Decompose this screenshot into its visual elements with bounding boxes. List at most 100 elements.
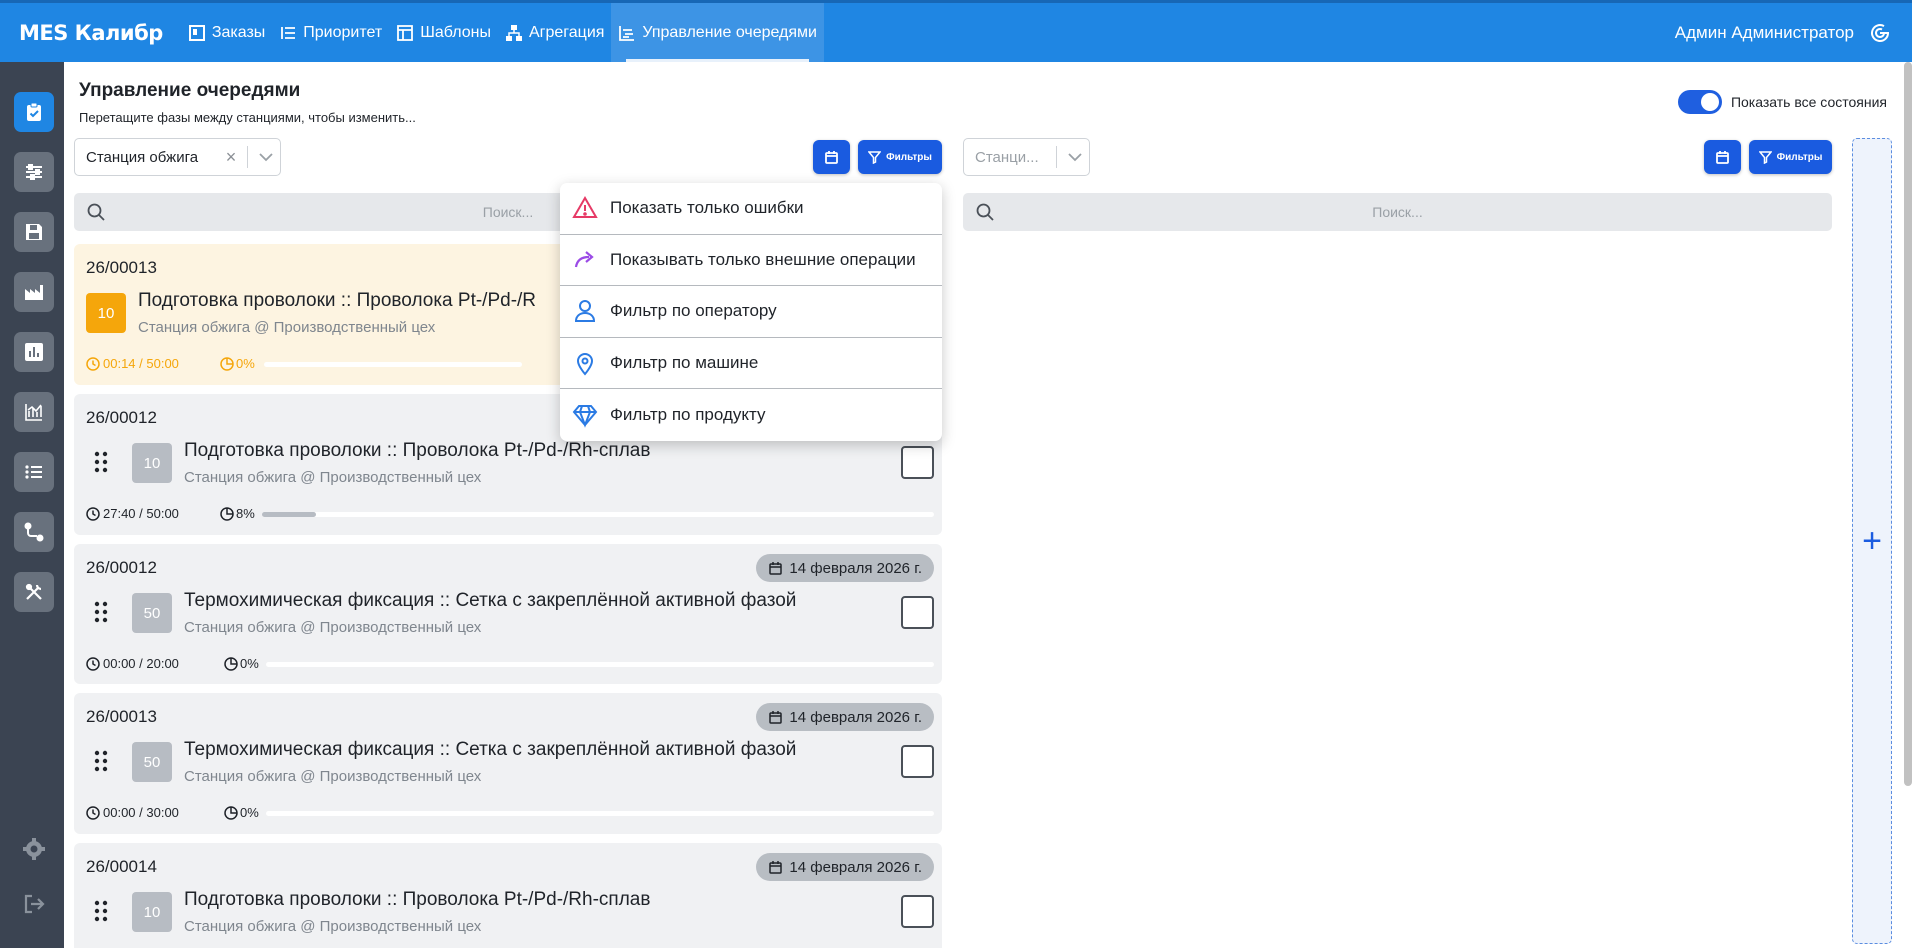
- brand-logo[interactable]: MES Калибр: [19, 21, 163, 45]
- chevron-down-icon[interactable]: [1061, 152, 1089, 162]
- sidebar-settings[interactable]: [20, 835, 48, 863]
- calendar-button-right[interactable]: [1704, 140, 1741, 174]
- sidebar-item-factory[interactable]: [14, 272, 54, 312]
- nav-priority[interactable]: Приоритет: [272, 3, 389, 62]
- phase-time: 00:00 / 20:00: [86, 656, 179, 671]
- page-scrollbar[interactable]: [1904, 62, 1912, 786]
- bar-chart-icon: [25, 343, 43, 361]
- sidebar-item-settings[interactable]: [14, 152, 54, 192]
- progress-bar: [264, 362, 522, 367]
- user-icon: [574, 300, 596, 323]
- toggle-switch[interactable]: [1677, 90, 1722, 114]
- calendar-icon: [769, 561, 783, 575]
- percent-value: 8%: [236, 506, 255, 521]
- phase-progress-percent: 8%: [220, 506, 255, 521]
- sidebar-item-list[interactable]: [14, 452, 54, 492]
- station-select-left[interactable]: Станция обжига ×: [74, 138, 281, 176]
- phase-name: Термохимическая фиксация :: Сетка с закр…: [184, 590, 797, 611]
- nav-templates[interactable]: Шаблоны: [389, 3, 498, 62]
- nav-aggregation-label: Агрегация: [528, 23, 605, 41]
- route-icon: [24, 522, 44, 542]
- phase-badge: 10: [132, 892, 172, 932]
- chevron-down-icon[interactable]: [252, 152, 280, 162]
- date-value: 14 февраля 2026 г.: [789, 708, 922, 726]
- logout-icon: [24, 894, 45, 914]
- menu-item-label: Фильтр по оператору: [610, 301, 777, 321]
- menu-item-external-only[interactable]: Показывать только внешние операции: [560, 235, 942, 287]
- select-checkbox[interactable]: [901, 745, 934, 778]
- order-code: 26/00012: [86, 408, 157, 427]
- drag-handle-icon[interactable]: [94, 600, 108, 624]
- calendar-icon: [1716, 150, 1729, 164]
- station-select-right[interactable]: Станци...: [963, 138, 1090, 176]
- sliders-icon: [26, 164, 42, 180]
- filter-icon: [1758, 150, 1772, 164]
- clock-icon: [86, 356, 100, 371]
- time-value: 00:00 / 20:00: [103, 656, 179, 671]
- queue-card[interactable]: 26/00012 14 февраля 2026 г. 50 Термохими…: [74, 544, 942, 684]
- sidebar-item-analytics[interactable]: [14, 392, 54, 432]
- phase-time: 00:14 / 50:00: [86, 356, 179, 371]
- nav-priority-label: Приоритет: [303, 23, 383, 41]
- sidebar-item-tools[interactable]: [14, 572, 54, 612]
- nav-orders-label: Заказы: [211, 23, 266, 41]
- menu-item-label: Фильтр по продукту: [610, 405, 766, 425]
- drag-handle-icon[interactable]: [94, 749, 108, 773]
- menu-item-label: Фильтр по машине: [610, 353, 759, 373]
- order-code: 26/00013: [86, 707, 157, 726]
- select-checkbox[interactable]: [901, 895, 934, 928]
- map-pin-icon: [576, 353, 594, 376]
- phase-station: Станция обжига @ Производственный цех: [184, 768, 482, 785]
- menu-item-machine-filter[interactable]: Фильтр по машине: [560, 338, 942, 390]
- nav-orders[interactable]: Заказы: [181, 3, 272, 62]
- sidebar: [0, 62, 64, 948]
- clipboard-check-icon: [27, 102, 41, 121]
- clock-icon: [86, 656, 100, 671]
- add-station-column-button[interactable]: +: [1852, 138, 1892, 944]
- nav-aggregation[interactable]: Агрегация: [498, 3, 611, 62]
- drag-handle-icon[interactable]: [94, 899, 108, 923]
- menu-item-operator-filter[interactable]: Фильтр по оператору: [560, 286, 942, 338]
- phase-station: Станция обжига @ Производственный цех: [184, 469, 482, 486]
- phase-progress-percent: 0%: [224, 805, 259, 820]
- share-arrow-icon: [574, 251, 594, 268]
- filters-button-right[interactable]: Фильтры: [1749, 140, 1832, 174]
- aggregation-icon: [505, 24, 522, 41]
- clear-icon[interactable]: ×: [219, 147, 243, 168]
- percent-value: 0%: [240, 805, 259, 820]
- time-value: 27:40 / 50:00: [103, 506, 179, 521]
- select-checkbox[interactable]: [901, 446, 934, 479]
- select-checkbox[interactable]: [901, 596, 934, 629]
- filters-label: Фильтры: [886, 151, 932, 163]
- menu-item-product-filter[interactable]: Фильтр по продукту: [560, 389, 942, 441]
- date-badge: 14 февраля 2026 г.: [756, 554, 934, 582]
- queue-card[interactable]: 26/00014 14 февраля 2026 г. 10 Подготовк…: [74, 843, 942, 948]
- sidebar-logout[interactable]: [20, 890, 48, 918]
- phase-name: Подготовка проволоки :: Проволока Pt-/Pd…: [184, 440, 651, 461]
- queue-card[interactable]: 26/00013 14 февраля 2026 г. 50 Термохими…: [74, 693, 942, 834]
- sidebar-item-save[interactable]: [14, 212, 54, 252]
- time-value: 00:14 / 50:00: [103, 356, 179, 371]
- order-code: 26/00014: [86, 857, 157, 876]
- orders-icon: [188, 24, 205, 41]
- select-separator: [247, 146, 248, 168]
- filters-button-left[interactable]: Фильтры: [858, 140, 942, 174]
- pie-progress-icon: [224, 805, 238, 820]
- sidebar-item-queue[interactable]: [14, 92, 54, 132]
- user-name[interactable]: Админ Администратор: [1675, 3, 1854, 62]
- show-all-states-toggle[interactable]: Показать все состояния: [1677, 90, 1887, 114]
- sidebar-item-reports[interactable]: [14, 332, 54, 372]
- nav-queue-management[interactable]: Управление очередями: [611, 3, 824, 62]
- company-logo-icon[interactable]: [1868, 21, 1892, 45]
- menu-item-errors-only[interactable]: Показать только ошибки: [560, 183, 942, 235]
- top-navbar: MES Калибр Заказы Приоритет Шаблоны Агре…: [0, 0, 1912, 62]
- line-chart-icon: [25, 404, 42, 421]
- calendar-button-left[interactable]: [813, 140, 850, 174]
- phase-badge: 10: [86, 293, 126, 333]
- sidebar-item-routes[interactable]: [14, 512, 54, 552]
- station-select-placeholder: Станци...: [975, 148, 1039, 166]
- search-input-right[interactable]: Поиск...: [963, 193, 1832, 231]
- filters-dropdown-menu: Показать только ошибки Показывать только…: [560, 183, 942, 441]
- drag-handle-icon[interactable]: [94, 450, 108, 474]
- date-value: 14 февраля 2026 г.: [789, 858, 922, 876]
